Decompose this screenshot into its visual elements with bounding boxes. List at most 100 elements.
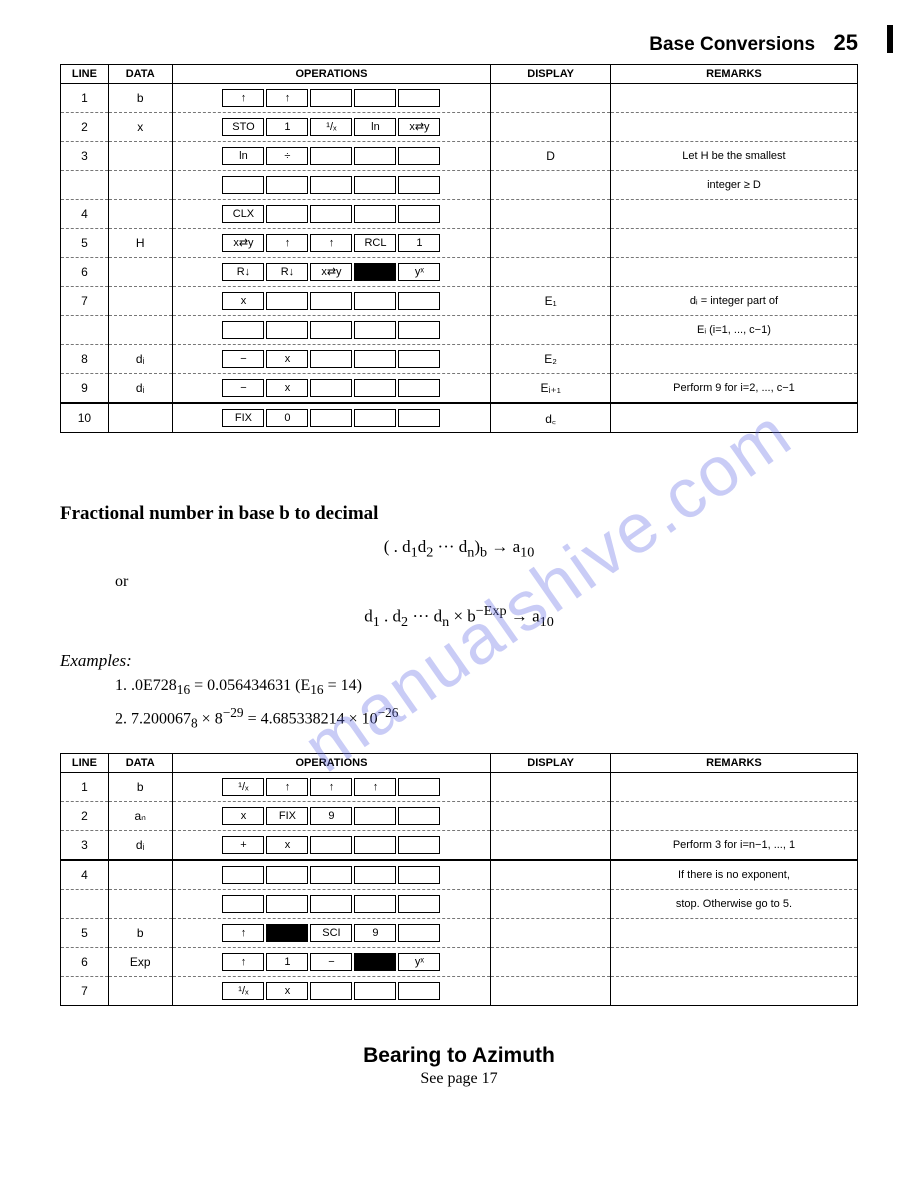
data-cell: b [108,919,172,948]
operations-cell: ↑SCI9 [172,919,491,948]
table-row: 4CLX [61,200,858,229]
calculator-key [266,895,308,913]
calculator-key: FIX [222,409,264,427]
table-row: stop. Otherwise go to 5. [61,890,858,919]
operations-cell: CLX [172,200,491,229]
remarks-cell: Perform 9 for i=2, ..., c−1 [610,374,857,404]
calculator-key [266,292,308,310]
calculator-key [398,866,440,884]
data-cell [108,316,172,345]
operations-cell [172,316,491,345]
line-cell: 1 [61,84,109,113]
calculator-key [266,205,308,223]
operations-cell: R↓R↓x⇄yyˣ [172,258,491,287]
remarks-cell [610,977,857,1006]
calculator-key: ↑ [266,89,308,107]
data-cell: dᵢ [108,345,172,374]
table-row: Eᵢ (i=1, ..., c−1) [61,316,858,345]
operations-cell [172,860,491,890]
section-heading-fractional: Fractional number in base b to decimal [60,503,858,525]
calculator-key [398,379,440,397]
display-cell [491,919,611,948]
calculator-key [398,807,440,825]
data-cell: aₙ [108,802,172,831]
operations-cell: −x [172,345,491,374]
operations-cell: +x [172,831,491,861]
line-cell: 5 [61,919,109,948]
calculator-key: x [222,807,264,825]
calculator-key [398,89,440,107]
table-row: 6R↓R↓x⇄yyˣ [61,258,858,287]
col-remarks: REMARKS [610,65,857,84]
calculator-key: ÷ [266,147,308,165]
display-cell: E₁ [491,287,611,316]
calculator-key [354,895,396,913]
calculator-key: ln [354,118,396,136]
remarks-cell: Let H be the smallest [610,142,857,171]
calculator-key: x [266,379,308,397]
calculator-key [310,409,352,427]
remarks-cell: If there is no exponent, [610,860,857,890]
operations-cell [172,890,491,919]
calculator-key: 0 [266,409,308,427]
calculator-key [398,924,440,942]
remarks-cell: dᵢ = integer part of [610,287,857,316]
operations-cell: FIX0 [172,403,491,433]
display-cell: D [491,142,611,171]
display-cell [491,113,611,142]
calculator-key: ↑ [222,89,264,107]
operations-cell: x⇄y↑↑RCL1 [172,229,491,258]
calculator-key: 9 [354,924,396,942]
calculator-key: + [222,836,264,854]
calculator-key [310,379,352,397]
line-cell: 7 [61,977,109,1006]
calculator-key: 9 [310,807,352,825]
calculator-key [398,895,440,913]
page-header: Base Conversions 25 [60,30,858,56]
calculator-key [398,409,440,427]
program-table-1: LINE DATA OPERATIONS DISPLAY REMARKS 1b↑… [60,64,858,433]
calculator-key: ↑ [222,953,264,971]
example-item: 1. .0E72816 = 0.056434631 (E16 = 14) [115,677,858,698]
calculator-key [310,321,352,339]
table-row: 4 If there is no exponent, [61,860,858,890]
calculator-key: yˣ [398,953,440,971]
data-cell [108,977,172,1006]
calculator-key [266,924,308,942]
calculator-key: 1 [398,234,440,252]
calculator-key [398,147,440,165]
data-cell [108,287,172,316]
line-cell: 2 [61,802,109,831]
footer-subtitle: See page 17 [60,1070,858,1088]
calculator-key [222,895,264,913]
chapter-title: Base Conversions [649,34,815,55]
data-cell: dᵢ [108,831,172,861]
calculator-key [354,836,396,854]
calculator-key: 1 [266,118,308,136]
calculator-key: − [310,953,352,971]
calculator-key [354,866,396,884]
line-cell: 3 [61,142,109,171]
calculator-key [398,982,440,1000]
col-ops: OPERATIONS [172,65,491,84]
calculator-key: ↑ [310,778,352,796]
col-line: LINE [61,754,109,773]
calculator-key [354,953,396,971]
calculator-key: − [222,379,264,397]
calculator-key: ↑ [266,778,308,796]
data-cell: x [108,113,172,142]
remarks-cell [610,948,857,977]
line-cell [61,316,109,345]
table-row: 1b¹/ₓ↑↑↑ [61,773,858,802]
line-cell: 4 [61,860,109,890]
calculator-key: x⇄y [398,118,440,136]
line-cell: 6 [61,948,109,977]
line-cell: 10 [61,403,109,433]
calculator-key: FIX [266,807,308,825]
calculator-key: CLX [222,205,264,223]
calculator-key: RCL [354,234,396,252]
calculator-key [222,866,264,884]
calculator-key: x⇄y [222,234,264,252]
operations-cell: ↑↑ [172,84,491,113]
operations-cell: ln÷ [172,142,491,171]
